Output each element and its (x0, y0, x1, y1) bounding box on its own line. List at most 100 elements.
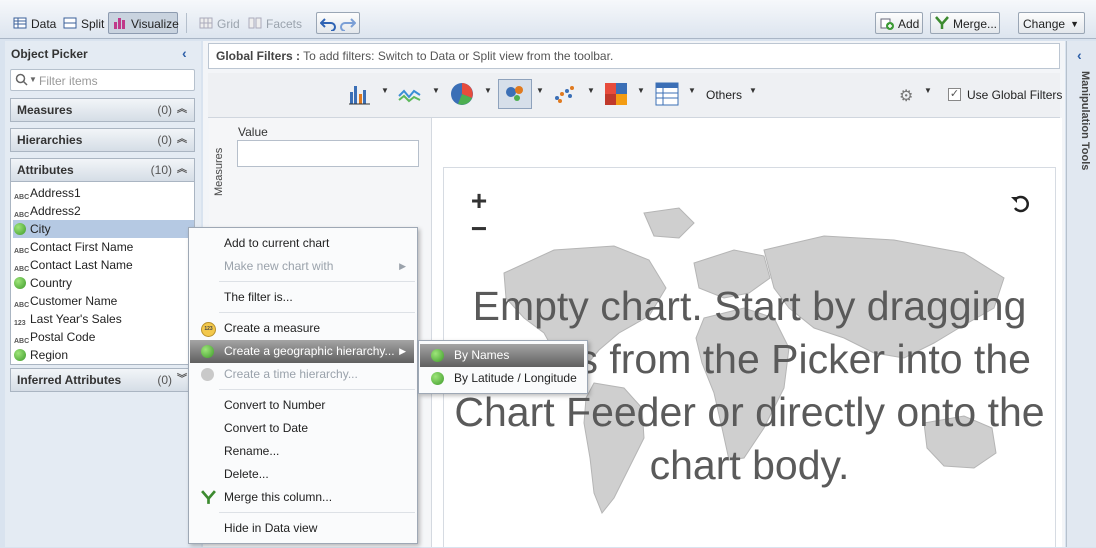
attribute-context-menu: Add to current chart Make new chart with… (188, 227, 418, 544)
list-item[interactable]: ABC Address1 (13, 184, 194, 202)
reset-view-button[interactable] (1005, 188, 1035, 218)
attribute-label: Country (30, 276, 73, 290)
chevron-down-icon[interactable]: ▼ (749, 86, 757, 95)
inferred-attributes-section-header[interactable]: Inferred Attributes (0) ︾ (10, 368, 195, 392)
split-view-button[interactable]: Split (58, 12, 106, 34)
global-filters-hint: To add filters: Switch to Data or Split … (303, 49, 614, 63)
line-chart-type-icon[interactable] (398, 82, 422, 106)
menu-item-convert-to-date[interactable]: Convert to Date (190, 417, 414, 440)
visualize-view-button[interactable]: Visualize (108, 12, 179, 34)
chevron-up-icon: ︽ (177, 134, 187, 145)
undo-icon[interactable] (319, 15, 336, 38)
chevron-down-icon[interactable]: ▼ (484, 86, 492, 95)
chevron-down-icon[interactable]: ▼ (688, 86, 696, 95)
list-item[interactable]: ABC Contact First Name (13, 238, 194, 256)
menu-item-label: Create a geographic hierarchy... (224, 344, 395, 358)
bar-chart-icon (114, 18, 125, 29)
menu-item-filter[interactable]: The filter is... (190, 286, 414, 309)
hierarchies-section-header[interactable]: Hierarchies (0) ︽ (10, 128, 195, 152)
chevron-down-icon[interactable]: ▼ (637, 86, 645, 95)
menu-item-delete[interactable]: Delete... (190, 463, 414, 486)
list-item[interactable]: Region (13, 346, 194, 364)
chevron-down-icon: ▼ (1070, 19, 1079, 29)
gear-icon[interactable]: ⚙ (899, 86, 913, 106)
menu-item-create-time-hierarchy[interactable]: Create a time hierarchy... (190, 363, 414, 386)
list-item[interactable]: Country (13, 274, 194, 292)
zoom-controls: + − (464, 187, 494, 247)
manipulation-tools-panel[interactable]: ‹ Manipulation Tools (1066, 41, 1096, 547)
value-feeder-label: Value (238, 125, 268, 139)
attribute-label: Postal Code (30, 330, 96, 344)
list-item[interactable]: ABC Customer Name (13, 292, 194, 310)
measures-section-header[interactable]: Measures (0) ︽ (10, 98, 195, 122)
toolbar-separator (186, 13, 187, 33)
menu-separator (219, 281, 415, 282)
pie-chart-type-icon[interactable] (450, 82, 474, 106)
list-item[interactable]: ABC Contact Last Name (13, 256, 194, 274)
menu-item-add-to-current-chart[interactable]: Add to current chart (190, 232, 414, 255)
object-picker-title: Object Picker (11, 47, 88, 61)
data-view-label: Data (31, 17, 57, 31)
list-item[interactable]: 123 Last Year's Sales (13, 310, 194, 328)
menu-item-convert-to-number[interactable]: Convert to Number (190, 394, 414, 417)
facets-button[interactable]: Facets (243, 12, 303, 34)
collapse-panel-icon[interactable]: ‹ (182, 45, 187, 61)
use-global-filters-checkbox[interactable]: ✓ (948, 88, 961, 101)
list-item[interactable]: ABC Address2 (13, 202, 194, 220)
menu-item-label: Add to current chart (224, 236, 330, 250)
chevron-down-icon[interactable]: ▼ (536, 86, 544, 95)
facets-label: Facets (266, 17, 303, 31)
submenu-item-by-names[interactable]: By Names (420, 344, 584, 367)
submenu-item-label: By Latitude / Longitude (454, 371, 577, 385)
menu-separator (219, 389, 415, 390)
menu-item-create-geographic-hierarchy[interactable]: Create a geographic hierarchy... ▶ (190, 340, 414, 363)
chevron-down-icon[interactable]: ▼ (924, 86, 932, 95)
menu-item-make-new-chart[interactable]: Make new chart with ▶ (190, 255, 414, 278)
list-item[interactable]: ABC Postal Code (13, 328, 194, 346)
attributes-list: ABC Address1 ABC Address2 City ABC Conta… (10, 182, 195, 365)
menu-item-create-measure[interactable]: 123 Create a measure (190, 317, 414, 340)
menu-item-rename[interactable]: Rename... (190, 440, 414, 463)
zoom-out-button[interactable]: − (464, 215, 494, 243)
attribute-label: City (30, 222, 51, 236)
add-button[interactable]: Add (875, 12, 923, 34)
zoom-in-button[interactable]: + (464, 187, 494, 215)
others-chart-menu[interactable]: Others (706, 88, 742, 102)
submenu-arrow-icon: ▶ (399, 346, 406, 356)
geo-map-icon (506, 86, 523, 101)
data-view-button[interactable]: Data (8, 12, 58, 34)
grid-button[interactable]: Grid (194, 12, 242, 34)
bar-chart-type-icon[interactable] (348, 82, 372, 106)
menu-item-merge-column[interactable]: Merge this column... (190, 486, 414, 509)
scatter-chart-type-icon[interactable] (553, 82, 577, 106)
geo-globe-icon (431, 372, 444, 385)
global-filters-bar: Global Filters : To add filters: Switch … (208, 43, 1060, 69)
attributes-count: (10) (150, 163, 172, 177)
measures-section-label: Measures (17, 103, 73, 117)
geo-chart-type-selected[interactable] (498, 79, 532, 109)
chevron-down-icon[interactable]: ▼ (432, 86, 440, 95)
change-dropdown[interactable]: Change ▼ (1018, 12, 1085, 34)
filter-items-input[interactable]: ▼ Filter items (10, 69, 195, 91)
value-feeder-drop-zone[interactable] (237, 140, 419, 167)
split-view-label: Split (81, 17, 105, 31)
menu-item-label: Make new chart with (224, 259, 334, 273)
menu-item-hide-in-data-view[interactable]: Hide in Data view (190, 517, 414, 540)
search-dropdown-icon: ▼ (29, 75, 37, 84)
expand-panel-icon[interactable]: ‹ (1077, 47, 1082, 63)
table-chart-type-icon[interactable] (655, 82, 679, 106)
merge-button[interactable]: Merge... (930, 12, 1000, 34)
menu-item-label: The filter is... (224, 290, 293, 304)
merge-icon (201, 490, 216, 504)
geo-globe-icon (431, 349, 444, 362)
attributes-section-header[interactable]: Attributes (10) ︽ (10, 158, 195, 182)
attribute-label: Address1 (30, 186, 81, 200)
menu-item-label: Hide in Data view (224, 521, 318, 535)
list-item-selected[interactable]: City (13, 220, 194, 238)
heatmap-chart-type-icon[interactable] (604, 82, 628, 106)
redo-icon[interactable] (340, 15, 357, 38)
chevron-down-icon: ︾ (177, 374, 187, 385)
chevron-down-icon[interactable]: ▼ (587, 86, 595, 95)
chevron-down-icon[interactable]: ▼ (381, 86, 389, 95)
submenu-item-by-lat-long[interactable]: By Latitude / Longitude (420, 367, 584, 390)
